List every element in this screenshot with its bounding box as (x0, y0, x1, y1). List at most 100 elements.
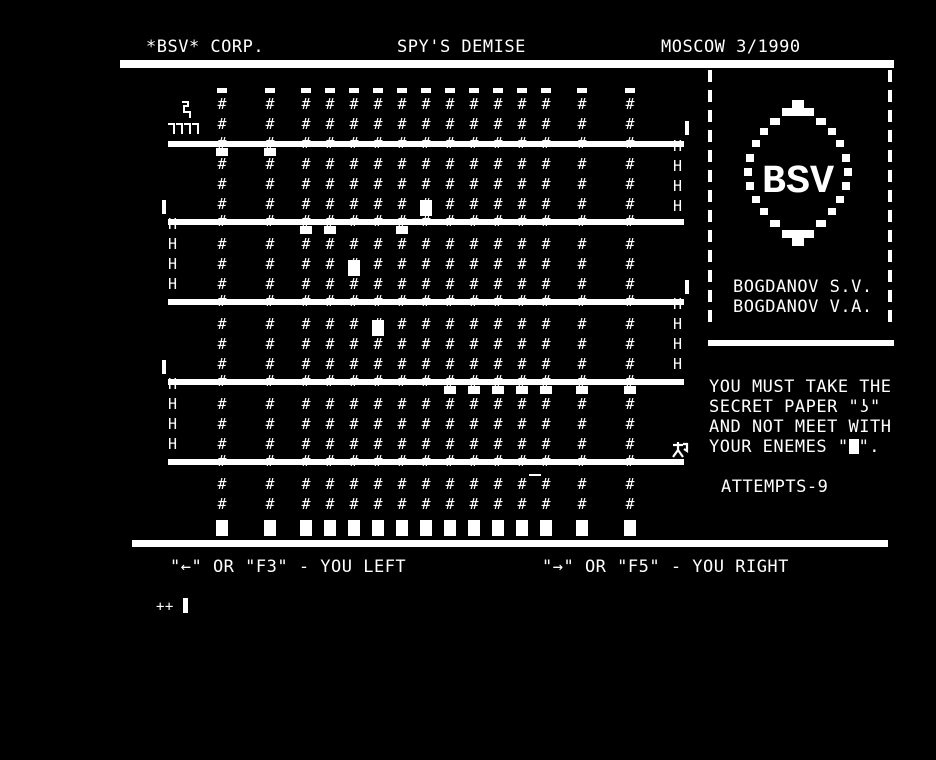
wall-hash: # (325, 155, 335, 173)
wall-hash: # (493, 155, 503, 173)
column-base (372, 520, 384, 536)
wall-hash: # (625, 495, 635, 513)
wall-hash: # (493, 355, 503, 373)
wall-hash: # (577, 195, 587, 213)
wall-hash: # (469, 275, 479, 293)
wall-hash: # (469, 155, 479, 173)
ladder-top-marker (685, 280, 689, 294)
floor-gap-marker (529, 474, 541, 476)
wall-hash: # (349, 395, 359, 413)
wall-hash: # (373, 235, 383, 253)
wall-hash: # (301, 95, 311, 113)
column-base (216, 520, 228, 536)
wall-hash: # (217, 155, 227, 173)
wall-hash: # (217, 255, 227, 273)
ladder-rung: H (673, 335, 683, 353)
wall-hash: # (325, 134, 335, 152)
wall-hash: # (541, 235, 551, 253)
ladder-rung: H (168, 435, 178, 453)
column-cap (217, 88, 227, 93)
wall-hash: # (577, 315, 587, 333)
wall-hash: # (493, 335, 503, 353)
wall-hash: # (517, 315, 527, 333)
wall-hash: # (577, 355, 587, 373)
wall-hash: # (349, 355, 359, 373)
wall-hash: # (493, 275, 503, 293)
wall-hash: # (301, 435, 311, 453)
instructions-line-4: YOUR ENEMES " ". (709, 437, 880, 457)
wall-hash: # (469, 292, 479, 310)
wall-hash: # (349, 415, 359, 433)
wall-hash: # (325, 235, 335, 253)
wall-hash: # (373, 355, 383, 373)
wall-hash: # (349, 115, 359, 133)
wall-hash: # (265, 292, 275, 310)
wall-hash: # (445, 452, 455, 470)
floor-notch (540, 386, 552, 394)
wall-hash: # (469, 175, 479, 193)
wall-hash: # (325, 175, 335, 193)
wall-hash: # (397, 355, 407, 373)
wall-hash: # (577, 115, 587, 133)
wall-hash: # (217, 175, 227, 193)
wall-hash: # (541, 275, 551, 293)
wall-hash: # (469, 315, 479, 333)
wall-hash: # (349, 292, 359, 310)
wall-hash: # (301, 355, 311, 373)
wall-hash: # (217, 292, 227, 310)
wall-hash: # (325, 415, 335, 433)
wall-hash: # (265, 372, 275, 390)
wall-hash: # (445, 195, 455, 213)
wall-hash: # (469, 212, 479, 230)
wall-hash: # (469, 255, 479, 273)
wall-hash: # (421, 155, 431, 173)
wall-hash: # (325, 435, 335, 453)
wall-hash: # (517, 235, 527, 253)
floor-notch (444, 386, 456, 394)
column-base (624, 520, 636, 536)
floor-notch (492, 386, 504, 394)
wall-hash: # (217, 275, 227, 293)
wall-hash: # (265, 335, 275, 353)
wall-hash: # (349, 235, 359, 253)
wall-hash: # (265, 275, 275, 293)
wall-hash: # (625, 415, 635, 433)
author-2: BOGDANOV V.A. (733, 297, 873, 317)
wall-hash: # (493, 115, 503, 133)
wall-hash: # (421, 435, 431, 453)
wall-hash: # (217, 95, 227, 113)
wall-hash: # (577, 212, 587, 230)
wall-hash: # (325, 372, 335, 390)
control-left-hint: "←" OR "F3" - YOU LEFT (170, 557, 407, 577)
instructions-line-2-prefix: SECRET PAPER " (709, 397, 860, 417)
wall-hash: # (349, 134, 359, 152)
wall-hash: # (325, 475, 335, 493)
column-cap (301, 88, 311, 93)
instructions-line-2-suffix: " (870, 397, 881, 417)
prompt-text: ++ (156, 599, 174, 615)
floor-notch (516, 386, 528, 394)
wall-hash: # (373, 435, 383, 453)
logo-text: BSV (762, 160, 834, 205)
wall-hash: # (445, 175, 455, 193)
wall-hash: # (421, 495, 431, 513)
instructions-line-1: YOU MUST TAKE THE (709, 377, 892, 397)
wall-hash: # (397, 335, 407, 353)
wall-hash: # (265, 315, 275, 333)
wall-hash: # (493, 255, 503, 273)
wall-hash: # (541, 495, 551, 513)
wall-hash: # (349, 195, 359, 213)
wall-hash: # (493, 315, 503, 333)
wall-hash: # (445, 235, 455, 253)
input-prompt[interactable]: ++ (156, 597, 188, 617)
logo-panel-bottom-border (708, 340, 894, 346)
wall-hash: # (301, 372, 311, 390)
wall-hash: # (421, 95, 431, 113)
ladder-rung: H (673, 197, 683, 215)
wall-hash: # (301, 452, 311, 470)
wall-hash: # (397, 415, 407, 433)
wall-hash: # (301, 115, 311, 133)
wall-hash: # (577, 292, 587, 310)
wall-hash: # (397, 255, 407, 273)
wall-hash: # (421, 235, 431, 253)
